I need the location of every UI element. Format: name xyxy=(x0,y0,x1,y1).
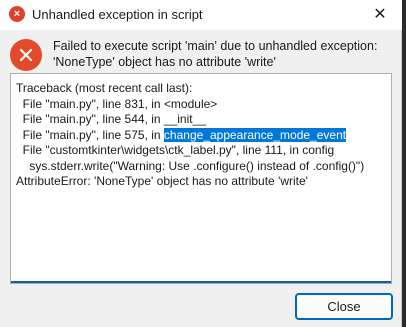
traceback-line-prefix: File "main.py", line 575, in xyxy=(16,127,164,142)
window-title: Unhandled exception in script xyxy=(32,7,203,22)
error-dialog: × Unhandled exception in script ✕ Failed… xyxy=(0,0,402,327)
traceback-line: sys.stderr.write("Warning: Use .configur… xyxy=(16,158,365,173)
error-message-line: Failed to execute script 'main' due to u… xyxy=(53,39,378,53)
title-bar: × Unhandled exception in script ✕ xyxy=(0,0,402,30)
error-message-line: 'NoneType' object has no attribute 'writ… xyxy=(53,55,276,69)
close-icon[interactable]: ✕ xyxy=(370,5,390,25)
error-message: Failed to execute script 'main' due to u… xyxy=(53,38,393,70)
close-button[interactable]: Close xyxy=(295,293,393,320)
focus-underline xyxy=(11,281,391,283)
traceback-line: File "customtkinter\widgets\ctk_label.py… xyxy=(16,143,335,157)
traceback-textbox[interactable]: Traceback (most recent call last): File … xyxy=(10,73,392,284)
traceback-line: File "main.py", line 544, in __init__ xyxy=(16,112,206,126)
error-icon xyxy=(10,39,42,71)
traceback-line: File "main.py", line 831, in <module> xyxy=(16,96,218,111)
selected-text: change_appearance_mode_event xyxy=(163,127,347,142)
traceback-line: Traceback (most recent call last): xyxy=(16,81,193,95)
traceback-text: Traceback (most recent call last): File … xyxy=(16,81,364,190)
error-icon-small: × xyxy=(9,6,25,22)
traceback-line: AttributeError: 'NoneType' object has no… xyxy=(16,174,308,188)
traceback-line: File "main.py", line 575, in change_appe… xyxy=(16,127,364,144)
